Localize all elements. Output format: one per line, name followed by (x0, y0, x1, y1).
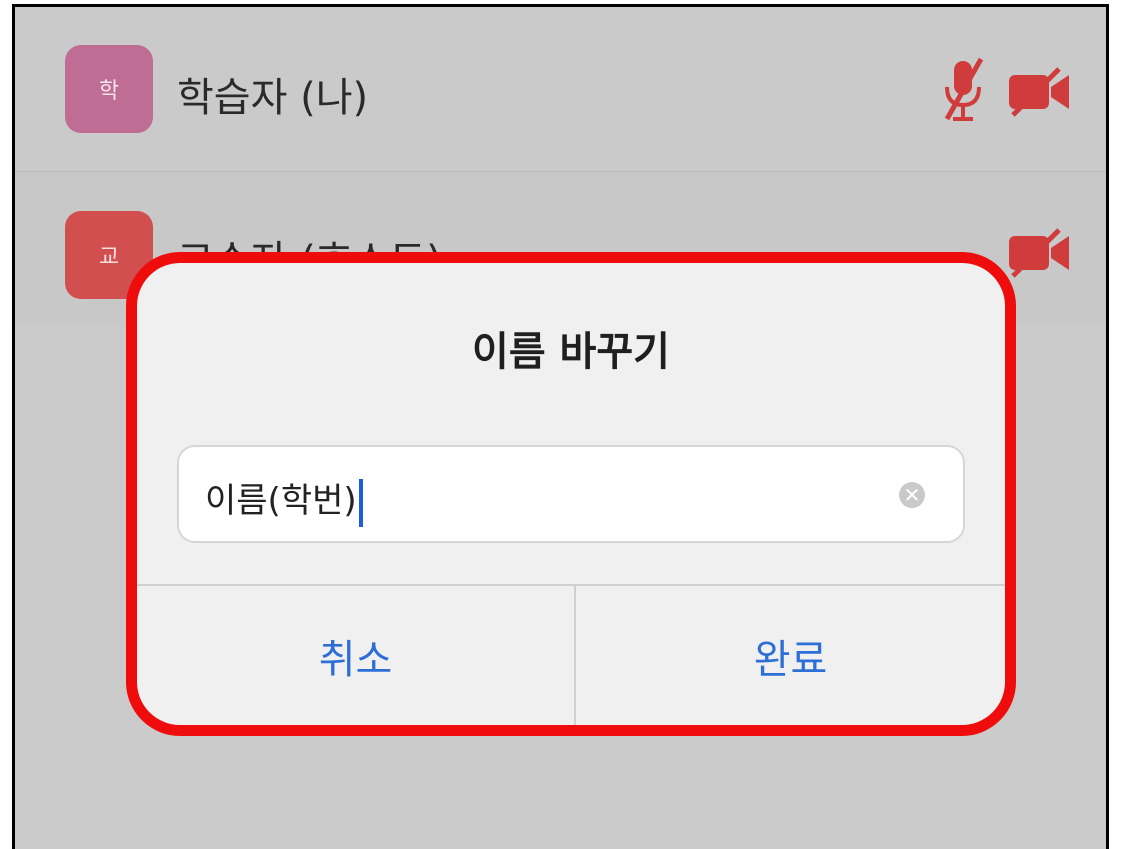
avatar-initial: 교 (98, 245, 120, 270)
video-off-icon[interactable] (1007, 228, 1073, 278)
video-off-icon[interactable] (1007, 67, 1073, 117)
done-button[interactable]: 완료 (576, 586, 1005, 725)
cancel-button[interactable]: 취소 (137, 586, 574, 725)
avatar-initial: 학 (98, 79, 120, 104)
participant-row[interactable]: 학 학습자 (나) (15, 7, 1106, 173)
mic-muted-icon[interactable] (941, 57, 985, 127)
text-caret (358, 478, 363, 527)
clear-icon[interactable]: ✕ (899, 482, 925, 508)
name-input-value: 이름(학번) (205, 481, 357, 521)
participant-name: 학습자 (나) (177, 75, 369, 121)
avatar: 학 (65, 45, 153, 133)
rename-dialog: 이름 바꾸기 이름(학번) ✕ 취소 완료 (126, 252, 1016, 736)
name-input[interactable]: 이름(학번) ✕ (177, 445, 965, 543)
dialog-title: 이름 바꾸기 (472, 329, 670, 375)
